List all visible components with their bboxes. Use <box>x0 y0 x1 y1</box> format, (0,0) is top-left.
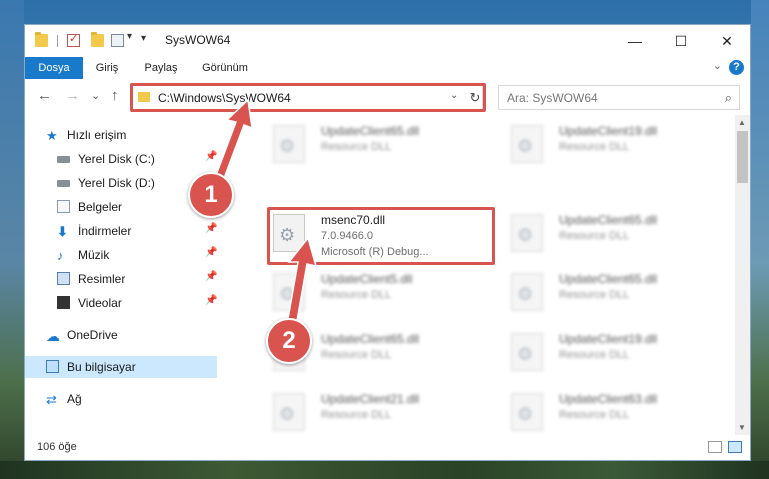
callout-arrows <box>211 98 318 333</box>
step-2-badge: 2 <box>266 318 312 364</box>
step-1-badge: 1 <box>188 172 234 218</box>
